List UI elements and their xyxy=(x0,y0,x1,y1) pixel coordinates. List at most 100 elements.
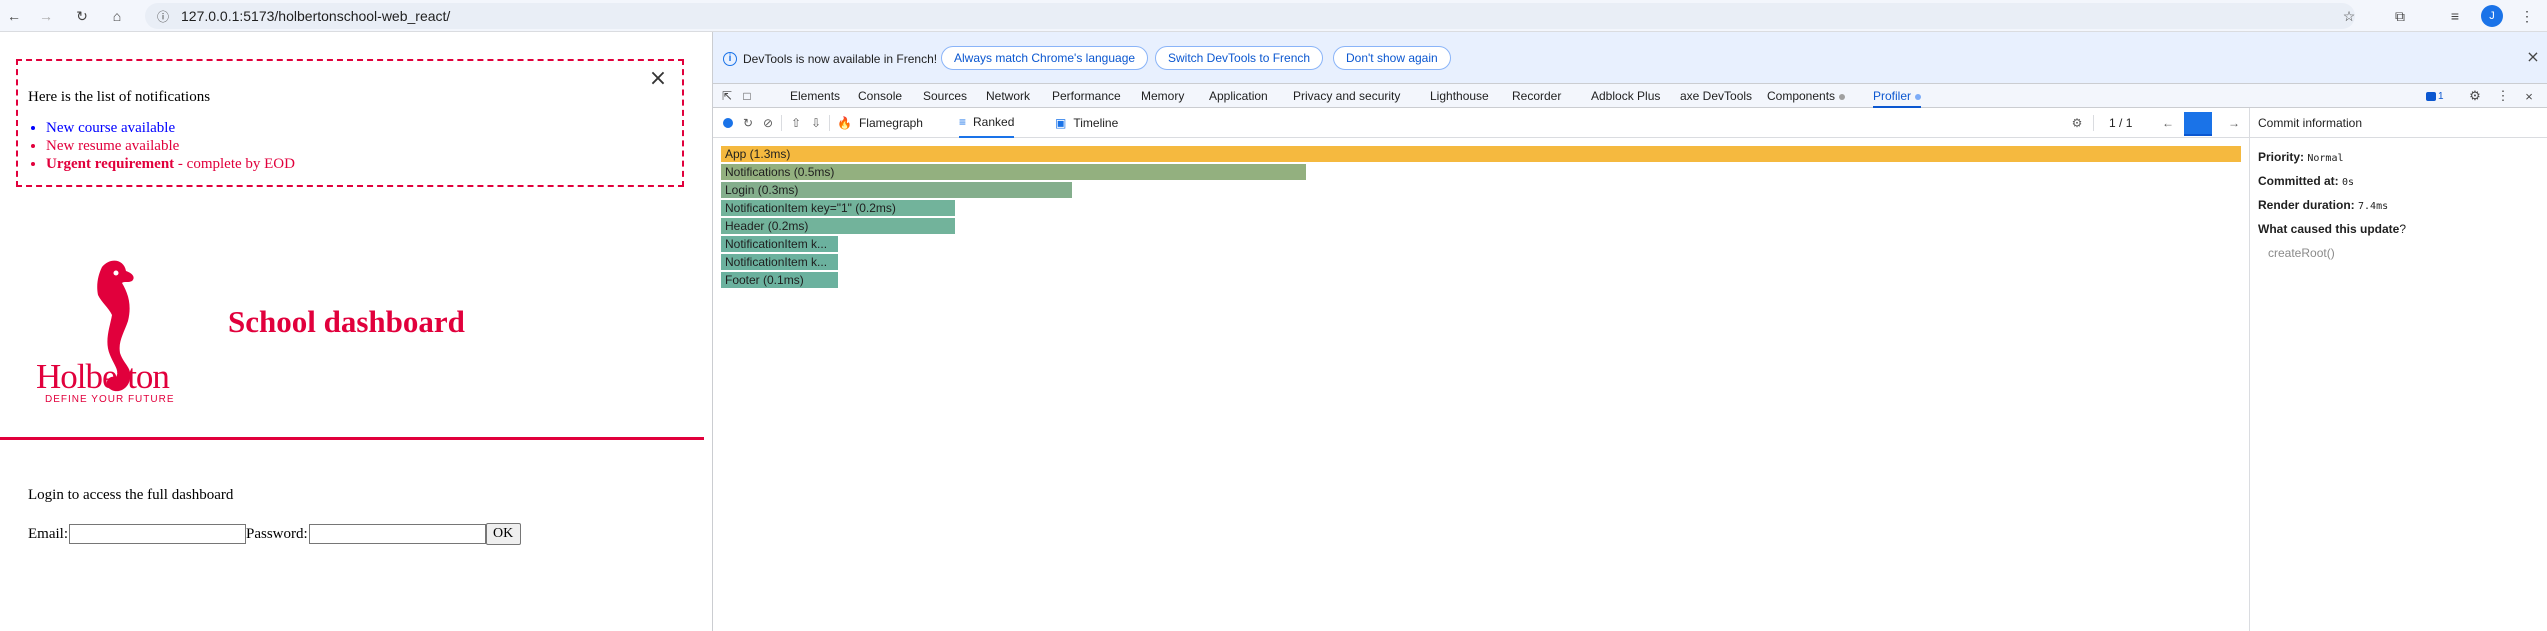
reload-profile-icon[interactable]: ↻ xyxy=(741,116,755,130)
inspect-element-icon[interactable]: ⇱ xyxy=(719,88,735,104)
ranked-bar[interactable]: Login (0.3ms) xyxy=(721,182,1072,198)
ranked-chart: App (1.3ms) Notifications (0.5ms) Login (0… xyxy=(721,146,2241,288)
profile-avatar[interactable]: J xyxy=(2481,5,2503,27)
issues-count: 1 xyxy=(2438,90,2444,102)
media-controls-icon[interactable]: ≡ xyxy=(2443,4,2467,28)
infobar-message: DevTools is now available in French! xyxy=(743,52,938,66)
close-icon[interactable]: × xyxy=(648,68,668,90)
tab-label: Timeline xyxy=(1073,116,1119,130)
more-options-icon[interactable]: ⋮ xyxy=(2495,88,2511,104)
device-toolbar-icon[interactable]: □ xyxy=(739,88,755,104)
notification-item: New course available xyxy=(46,119,295,137)
commit-counter: 1 / 1 xyxy=(2109,108,2132,138)
tab-timeline[interactable]: ▣ Timeline xyxy=(1055,108,1118,138)
cause-label: What caused this update xyxy=(2258,222,2400,236)
notification-text: - complete by EOD xyxy=(174,156,295,172)
timeline-icon: ▣ xyxy=(1055,116,1067,130)
login-prompt: Login to access the full dashboard xyxy=(28,487,234,503)
close-devtools-icon[interactable]: × xyxy=(2521,88,2537,104)
login-form: Email: Password: OK xyxy=(28,523,521,545)
commit-index: 1 xyxy=(2109,116,2116,130)
info-icon: i xyxy=(723,52,737,66)
dont-show-again-button[interactable]: Don't show again xyxy=(1333,46,1451,70)
toolbar-divider xyxy=(829,115,830,131)
email-label: Email: xyxy=(28,525,68,542)
devtools-tabs: ⇱ □ Elements Console Sources Network Per… xyxy=(713,84,2547,108)
cause-value[interactable]: createRoot() xyxy=(2268,246,2335,260)
page-title: School dashboard xyxy=(228,304,465,339)
back-icon[interactable]: ← xyxy=(2,4,26,28)
password-field[interactable] xyxy=(308,524,486,544)
tab-application[interactable]: Application xyxy=(1209,84,1268,108)
load-profile-icon[interactable]: ⇧ xyxy=(789,116,803,130)
tab-elements[interactable]: Elements xyxy=(790,84,840,108)
tab-sources[interactable]: Sources xyxy=(923,84,967,108)
ranked-bar[interactable]: Notifications (0.5ms) xyxy=(721,164,1306,180)
ranked-bar[interactable]: NotificationItem key="1" (0.2ms) xyxy=(721,200,955,216)
ranked-bar[interactable]: Footer (0.1ms) xyxy=(721,272,838,288)
cause-row: What caused this update? xyxy=(2258,222,2406,236)
tab-memory[interactable]: Memory xyxy=(1141,84,1184,108)
tab-console[interactable]: Console xyxy=(858,84,902,108)
toolbar-divider xyxy=(2093,115,2094,131)
save-profile-icon[interactable]: ⇩ xyxy=(809,116,823,130)
forward-icon[interactable]: → xyxy=(34,4,58,28)
react-dot-icon xyxy=(1915,93,1922,100)
page-content: × Here is the list of notifications New … xyxy=(0,32,712,631)
commit-info-header: Commit information xyxy=(2250,108,2547,138)
prev-commit-icon[interactable]: ← xyxy=(2161,116,2175,130)
site-info-icon[interactable]: ⓘ xyxy=(155,8,171,24)
bookmark-star-icon[interactable]: ☆ xyxy=(2337,4,2361,28)
profiler-toolbar: ↻ ⊘ ⇧ ⇩ 🔥 Flamegraph ≡ Ranked ▣ Timeline ⚙ … xyxy=(713,108,2249,138)
reload-icon[interactable]: ↻ xyxy=(70,4,94,28)
ranked-bar[interactable]: App (1.3ms) xyxy=(721,146,2241,162)
profiler-settings-icon[interactable]: ⚙ xyxy=(2070,116,2084,130)
seahorse-logo-icon xyxy=(97,260,134,392)
issues-badge[interactable]: 1 xyxy=(2426,89,2444,103)
extensions-icon[interactable]: ⧉ xyxy=(2388,4,2412,28)
switch-french-button[interactable]: Switch DevTools to French xyxy=(1155,46,1324,70)
notification-text: New resume available xyxy=(46,138,180,154)
notifications-list: New course available New resume availabl… xyxy=(46,119,295,173)
priority-row: Priority: Normal xyxy=(2258,150,2343,164)
tab-recorder[interactable]: Recorder xyxy=(1512,84,1561,108)
issues-icon xyxy=(2426,91,2436,101)
settings-gear-icon[interactable]: ⚙ xyxy=(2467,88,2483,104)
priority-label: Priority: xyxy=(2258,150,2305,164)
tab-network[interactable]: Network xyxy=(986,84,1030,108)
menu-kebab-icon[interactable]: ⋮ xyxy=(2515,4,2539,28)
match-language-button[interactable]: Always match Chrome's language xyxy=(941,46,1149,70)
clear-profile-icon[interactable]: ⊘ xyxy=(761,116,775,130)
cause-help[interactable]: ? xyxy=(2399,222,2406,236)
next-commit-icon[interactable]: → xyxy=(2227,116,2241,130)
close-icon[interactable]: × xyxy=(2524,48,2542,66)
tab-performance[interactable]: Performance xyxy=(1052,84,1121,108)
email-field[interactable] xyxy=(69,524,246,544)
ranked-bar[interactable]: NotificationItem k... xyxy=(721,236,838,252)
commit-bar[interactable] xyxy=(2184,112,2212,136)
render-duration-row: Render duration: 7.4ms xyxy=(2258,198,2388,212)
tab-profiler[interactable]: Profiler xyxy=(1873,84,1922,108)
tab-privacy-security[interactable]: Privacy and security xyxy=(1293,84,1400,108)
ranked-bar[interactable]: Header (0.2ms) xyxy=(721,218,955,234)
ok-button[interactable]: OK xyxy=(485,523,521,545)
url-text: 127.0.0.1:5173/holbertonschool-web_react… xyxy=(181,8,451,24)
address-bar[interactable]: ⓘ 127.0.0.1:5173/holbertonschool-web_rea… xyxy=(145,3,2355,29)
tab-ranked[interactable]: ≡ Ranked xyxy=(959,108,1015,138)
tab-components[interactable]: Components xyxy=(1767,84,1846,108)
record-button[interactable] xyxy=(721,116,735,130)
tab-axe-devtools[interactable]: axe DevTools xyxy=(1680,84,1752,108)
home-icon[interactable]: ⌂ xyxy=(105,4,129,28)
committed-row: Committed at: 0s xyxy=(2258,174,2354,188)
record-icon xyxy=(723,118,733,128)
commit-info-panel: Commit information Priority: Normal Comm… xyxy=(2249,108,2547,631)
notification-item: New resume available xyxy=(46,137,295,155)
tab-lighthouse[interactable]: Lighthouse xyxy=(1430,84,1489,108)
tab-adblock-plus[interactable]: Adblock Plus xyxy=(1591,84,1660,108)
header-divider xyxy=(0,437,704,440)
ranked-bar[interactable]: NotificationItem k... xyxy=(721,254,838,270)
react-dot-icon xyxy=(1839,93,1846,100)
commit-total: 1 xyxy=(2125,116,2133,130)
notification-item: Urgent requirement - complete by EOD xyxy=(46,155,295,173)
tab-flamegraph[interactable]: 🔥 Flamegraph xyxy=(837,108,923,138)
